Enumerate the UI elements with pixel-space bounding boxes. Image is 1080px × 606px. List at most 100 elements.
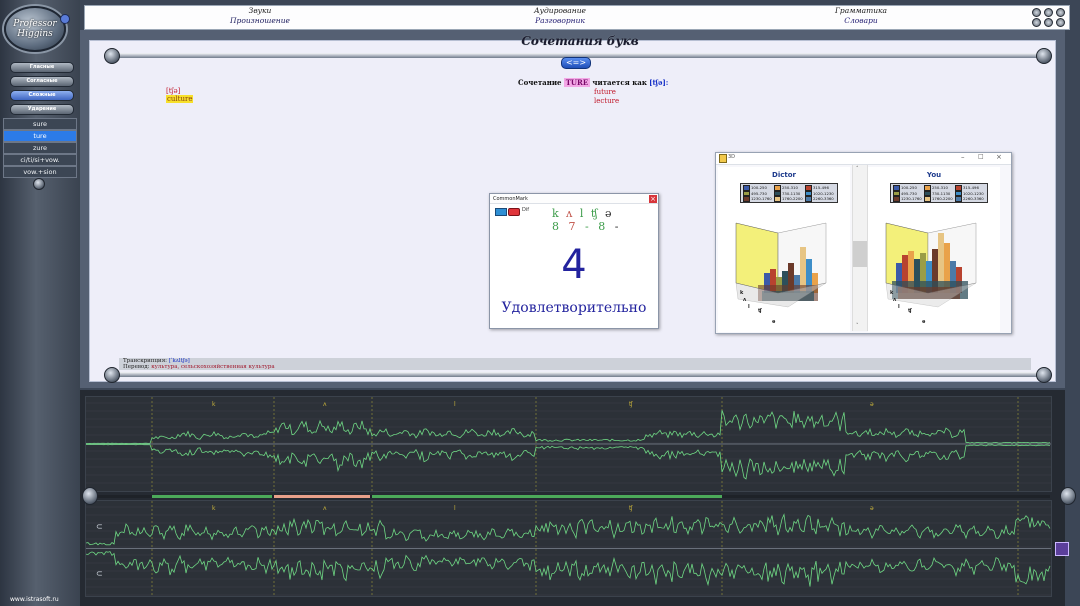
sidebar-item-vow-sion[interactable]: vow.+sion	[3, 166, 77, 178]
score-ch: 8	[598, 220, 609, 233]
sidebar-section-label: Ударение	[27, 106, 57, 112]
dictor-axis-l: l	[748, 304, 750, 310]
graph-scroll-thumb[interactable]	[853, 241, 867, 267]
you-axis-schwa: ə	[922, 319, 926, 325]
sidebar-item-sure[interactable]: sure	[3, 118, 77, 130]
diff-button[interactable]: Dif	[522, 207, 529, 213]
menu-grammar[interactable]: Грамматика	[761, 6, 961, 16]
sidebar-item-label: sure	[32, 120, 48, 128]
phoneme-schwa: ə	[605, 207, 614, 220]
waveform-phoneme-label: l	[454, 505, 456, 512]
sidebar-section-consonants[interactable]: Согласные	[10, 76, 74, 87]
common-mark-window: CommonMark × Dif k ʌ l ʧ ə 8 7 - 8 - 4 У…	[489, 193, 659, 329]
segment-l-ch[interactable]	[372, 495, 722, 498]
legend-entry: 1230-1760	[893, 196, 924, 202]
play-icon[interactable]	[495, 208, 507, 216]
dictor-axis-schwa: ə	[772, 319, 776, 325]
example-word-future[interactable]: future	[594, 88, 619, 97]
site-url[interactable]: www.istrasoft.ru	[10, 596, 59, 603]
waveform-right-handle[interactable]	[1060, 487, 1076, 505]
graph-3d-titlebar[interactable]: 3D – □ ×	[716, 153, 1011, 165]
translation-label: Перевод:	[123, 364, 150, 370]
page-title: Сочетания букв	[521, 34, 639, 48]
top-rail-left-knob[interactable]	[104, 48, 120, 64]
legend-entry: 1760-2200	[774, 196, 805, 202]
close-icon[interactable]: ×	[649, 195, 657, 203]
bottom-rail-right-knob[interactable]	[1036, 367, 1052, 383]
help-icon[interactable]	[1032, 8, 1041, 17]
close-icon[interactable]	[1056, 18, 1065, 27]
waveform-phoneme-label: ʌ	[323, 505, 327, 512]
waveform-phoneme-label: ʧ	[629, 505, 633, 512]
sidebar-item-ture[interactable]: ture	[3, 130, 77, 142]
sidebar-scroll-knob[interactable]	[33, 178, 45, 190]
translation-value: культура, сельскохозяйственная культура	[151, 364, 275, 370]
phoneme-k: k	[552, 207, 561, 220]
close-icon[interactable]: ×	[996, 153, 1002, 161]
dictor-axis-k: k	[740, 290, 744, 296]
equalizer-icon[interactable]	[1055, 542, 1069, 556]
reference-waveform[interactable]: kʌlʧə	[85, 396, 1052, 492]
waveform-phoneme-label: k	[212, 505, 216, 512]
you-chart-panel: You 100-250 250-310 315-496 495-730 730-1130…	[868, 167, 1000, 332]
maximize-icon[interactable]	[1044, 18, 1053, 27]
graph-3d-title: 3D	[728, 154, 736, 160]
common-mark-titlebar[interactable]: CommonMark	[490, 194, 658, 204]
graph-scrollbar[interactable]	[852, 165, 868, 331]
bottom-rail-left-knob[interactable]	[104, 367, 120, 383]
top-rail-right-knob[interactable]	[1036, 48, 1052, 64]
example-transcription: [tʃə]	[166, 87, 181, 95]
maximize-icon[interactable]: □	[978, 153, 984, 160]
example-word-lecture[interactable]: lecture	[594, 97, 619, 106]
sidebar-item-zure[interactable]: zure	[3, 142, 77, 154]
menu-dictionaries[interactable]: Словари	[761, 16, 961, 26]
example-group-left: [tʃə] culture	[166, 87, 194, 103]
caption-mid: читается как	[592, 78, 647, 87]
legend-entry: 2260-3360	[955, 196, 986, 202]
dictor-3d-chart	[735, 222, 827, 308]
scroll-down-icon[interactable]: ˅	[856, 323, 859, 329]
caption-transcription: [tʃə]:	[649, 78, 669, 87]
minimize-icon[interactable]: –	[961, 153, 965, 161]
user-waveform[interactable]: kʌlʧə	[85, 500, 1052, 597]
score-a: 7	[568, 220, 579, 233]
legend-entry: 1230-1760	[743, 196, 774, 202]
play-user-icon[interactable]: ⊂	[96, 569, 103, 578]
dictor-legend: 100-250 250-310 315-496 495-730 730-1130 1020…	[740, 183, 838, 203]
minimize-icon[interactable]	[1032, 18, 1041, 27]
you-axis-ch: ʧ	[908, 308, 912, 314]
professor-higgins-logo[interactable]: Professor Higgins	[4, 6, 66, 52]
score-verdict: Удовлетворительно	[501, 300, 647, 316]
window-control-icon[interactable]	[1056, 8, 1065, 17]
segment-a[interactable]	[274, 495, 370, 498]
score-schwa: -	[614, 220, 622, 233]
menu-listening[interactable]: Аудирование	[460, 6, 660, 16]
info-dot-icon[interactable]	[60, 14, 70, 24]
sidebar-item-ci-ti-si[interactable]: ci/ti/si+vow.	[3, 154, 77, 166]
sidebar-section-stress[interactable]: Ударение	[10, 104, 74, 115]
user-waveform-plot: kʌlʧə	[86, 501, 1051, 596]
sidebar-section-vowels[interactable]: Гласные	[10, 62, 74, 73]
dictor-chart-panel: Dictor 100-250 250-310 315-496 495-730 730-1…	[718, 167, 850, 332]
segment-k[interactable]	[152, 495, 272, 498]
waveform-phoneme-label: ʌ	[323, 401, 327, 408]
settings-icon[interactable]	[1044, 8, 1053, 17]
waveform-left-handle[interactable]	[82, 487, 98, 505]
rule-caption: Сочетание TURE читается как [tʃə]:	[518, 78, 668, 87]
play-reference-icon[interactable]: ⊂	[96, 522, 103, 531]
waveform-phoneme-label: k	[212, 401, 216, 408]
menu-group-grammar: Грамматика Словари	[761, 6, 961, 26]
record-icon[interactable]	[508, 208, 520, 216]
sidebar-section-complex[interactable]: Сложные	[10, 90, 74, 101]
you-legend: 100-250 250-310 315-496 495-730 730-1130 1020…	[890, 183, 988, 203]
menu-sounds[interactable]: Звуки	[160, 6, 360, 16]
you-axis-l: l	[898, 304, 900, 310]
score-row: 8 7 - 8 -	[552, 220, 621, 233]
prev-next-button[interactable]: <=>	[561, 57, 591, 69]
dictor-title: Dictor	[772, 171, 796, 179]
menu-pronunciation[interactable]: Произношение	[160, 16, 360, 26]
example-word-culture[interactable]: culture	[166, 95, 194, 103]
scroll-up-icon[interactable]: ˄	[856, 166, 859, 172]
score-k: 8	[552, 220, 562, 233]
menu-phrasebook[interactable]: Разговорник	[460, 16, 660, 26]
